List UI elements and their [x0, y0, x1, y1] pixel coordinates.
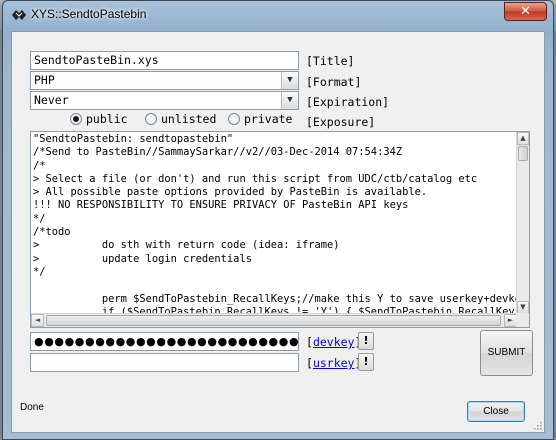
editor-line: "SendtoPastebin: sendtopastebin"	[33, 133, 234, 145]
radio-unselected-icon[interactable]	[228, 113, 240, 125]
usrkey-input[interactable]	[30, 353, 299, 372]
editor-line: if ($SendToPastebin_RecallKeys != 'Y') {…	[33, 305, 517, 313]
format-value: PHP	[34, 73, 55, 87]
title-label: [Title]	[306, 54, 355, 68]
editor-line: /*Send to PasteBin//SammaySarkar//v2//03…	[33, 146, 403, 159]
radio-private[interactable]: private	[228, 112, 292, 128]
dialog-client-area: SendtoPasteBin.xys [Title] PHP ▼ [Format…	[11, 31, 545, 433]
window-title: XYS::SendtoPastebin	[31, 7, 147, 21]
resize-grip-icon[interactable]	[532, 420, 542, 430]
devkey-label: [devkey]	[306, 335, 361, 349]
paste-content-textarea[interactable]: "SendtoPastebin: sendtopastebin"/*Send t…	[30, 131, 530, 328]
radio-unselected-icon[interactable]	[145, 113, 157, 125]
editor-line: */	[33, 212, 46, 225]
scroll-corner	[516, 313, 529, 327]
devkey-info-button[interactable]: !	[358, 332, 374, 350]
title-bar[interactable]: XYS::SendtoPastebin ✕	[3, 1, 553, 29]
editor-line: /*todo	[33, 226, 71, 239]
expiration-label: [Expiration]	[306, 95, 390, 109]
editor-line: perm $SendToPastebin_RecallKeys;//make t…	[33, 292, 517, 305]
paste-content-text[interactable]: "SendtoPastebin: sendtopastebin"/*Send t…	[33, 133, 517, 313]
scroll-thumb[interactable]	[518, 146, 528, 161]
app-logo-icon	[11, 7, 27, 23]
radio-public[interactable]: public	[70, 112, 128, 128]
usrkey-link[interactable]: usrkey	[313, 356, 355, 370]
radio-selected-icon[interactable]	[70, 113, 82, 125]
radio-unlisted[interactable]: unlisted	[145, 112, 216, 128]
submit-button[interactable]: SUBMIT	[480, 330, 533, 376]
exposure-label: [Exposure]	[306, 115, 376, 129]
devkey-link[interactable]: devkey	[313, 335, 355, 349]
format-label: [Format]	[306, 75, 362, 89]
usrkey-label: [usrkey]	[306, 356, 361, 370]
usrkey-info-button[interactable]: !	[358, 353, 374, 371]
editor-line: */	[33, 265, 46, 278]
dialog-window: XYS::SendtoPastebin ✕ SendtoPasteBin.xys…	[2, 0, 554, 440]
expiration-value: Never	[34, 93, 69, 107]
vertical-scrollbar[interactable]: ▲ ▼	[516, 132, 529, 314]
editor-line: > Select a file (or don't) and run this …	[33, 172, 478, 185]
title-input[interactable]: SendtoPasteBin.xys	[30, 51, 299, 70]
status-text: Done	[20, 402, 44, 413]
horizontal-scrollbar[interactable]: ◄ ►	[31, 313, 517, 327]
hscroll-thumb[interactable]	[46, 315, 501, 326]
editor-line: !!! NO RESPONSIBILITY TO ENSURE PRIVACY …	[33, 199, 409, 212]
format-select[interactable]: PHP ▼	[30, 71, 299, 90]
scroll-up-icon[interactable]: ▲	[517, 132, 529, 145]
chevron-down-icon[interactable]: ▼	[281, 72, 298, 89]
scroll-left-icon[interactable]: ◄	[31, 314, 44, 327]
devkey-input[interactable]: ●●●●●●●●●●●●●●●●●●●●●●●●●●●●●●●●	[30, 332, 299, 351]
chevron-down-icon[interactable]: ▼	[281, 92, 298, 109]
close-icon: ✕	[520, 4, 531, 19]
window-close-button[interactable]: ✕	[504, 2, 547, 21]
expiration-select[interactable]: Never ▼	[30, 91, 299, 110]
close-button[interactable]: Close	[467, 401, 525, 422]
editor-line: /*	[33, 159, 46, 172]
editor-line: > All possible paste options provided by…	[33, 186, 428, 199]
editor-line: > do sth with return code (idea: iframe)	[33, 239, 340, 252]
editor-line: > update login credentials	[33, 252, 252, 265]
